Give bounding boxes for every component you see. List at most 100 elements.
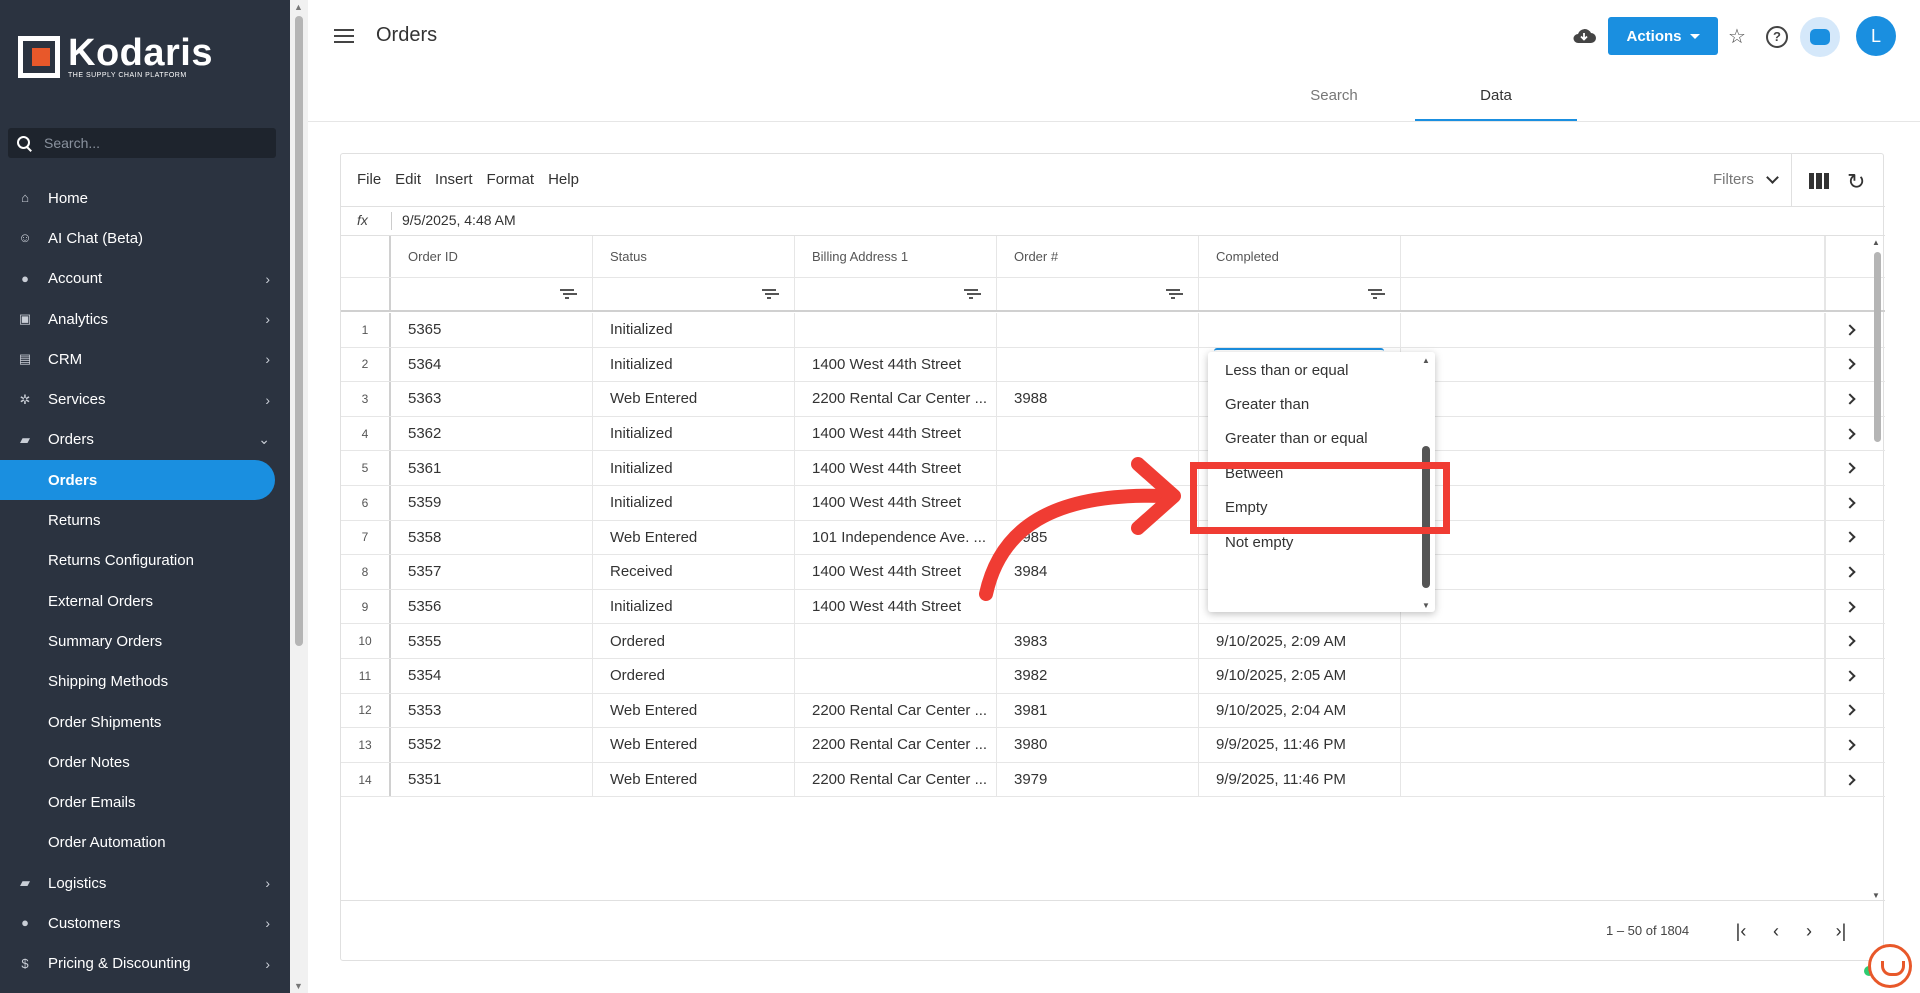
help-icon[interactable]: ? [1766, 26, 1788, 48]
next-page-icon[interactable]: › [1799, 920, 1819, 942]
sidebar-item-services[interactable]: ✲ Services › [0, 379, 290, 419]
table-cell[interactable]: 3981 [997, 693, 1199, 728]
sidebar-subitem-returns[interactable]: Returns [0, 500, 290, 540]
table-cell[interactable] [795, 624, 997, 658]
table-cell[interactable]: 2200 Rental Car Center ... [795, 728, 997, 762]
sidebar-search-input[interactable] [44, 135, 264, 151]
user-avatar[interactable]: L [1856, 16, 1896, 56]
sidebar-subitem-shipping-methods[interactable]: Shipping Methods [0, 662, 290, 702]
actions-button[interactable]: Actions [1608, 17, 1718, 55]
sidebar-item-account[interactable]: ● Account › [0, 259, 290, 299]
sidebar-item-orders[interactable]: ▰ Orders ⌄ [0, 420, 290, 460]
table-row[interactable]: 1 5365 Initialized [341, 313, 1885, 348]
filter-icon[interactable] [964, 289, 978, 299]
menu-file[interactable]: File [357, 171, 381, 188]
table-row[interactable]: 12 5353 Web Entered 2200 Rental Car Center … [341, 693, 1885, 729]
menu-format[interactable]: Format [487, 171, 535, 188]
table-cell[interactable]: 5357 [391, 555, 593, 589]
row-open-button[interactable] [1825, 347, 1873, 382]
refresh-icon[interactable]: ↻ [1847, 169, 1865, 195]
row-open-button[interactable] [1825, 382, 1873, 416]
filter-option-not-empty[interactable]: Not empty [1225, 534, 1293, 551]
grid-scrollbar[interactable]: ▲ ▼ [1871, 236, 1883, 900]
sidebar-subitem-order-emails[interactable]: Order Emails [0, 782, 290, 822]
table-cell[interactable] [997, 347, 1199, 382]
formula-input[interactable]: 9/5/2025, 4:48 AM [402, 212, 516, 228]
support-chat-icon[interactable] [1868, 944, 1912, 988]
table-cell[interactable]: Web Entered [593, 693, 795, 728]
table-cell[interactable] [795, 313, 997, 347]
tab-search[interactable]: Search [1253, 78, 1415, 121]
sidebar-item-customers[interactable]: ● Customers › [0, 903, 290, 943]
row-open-button[interactable] [1825, 486, 1873, 520]
filters-dropdown[interactable]: Filters [1713, 170, 1779, 188]
table-cell[interactable]: 3983 [997, 624, 1199, 658]
table-cell[interactable]: Web Entered [593, 762, 795, 797]
sidebar-item-crm[interactable]: ▤ CRM › [0, 339, 290, 379]
tab-data[interactable]: Data [1415, 78, 1577, 121]
filter-icon[interactable] [762, 289, 776, 299]
table-cell[interactable]: Initialized [593, 589, 795, 624]
row-open-button[interactable] [1825, 416, 1873, 451]
table-cell[interactable]: Ordered [593, 659, 795, 693]
table-cell[interactable]: 3988 [997, 382, 1199, 416]
table-cell[interactable]: 9/9/2025, 11:46 PM [1199, 728, 1401, 762]
row-open-button[interactable] [1825, 728, 1873, 762]
grid-scroll-down-icon[interactable]: ▼ [1872, 891, 1880, 900]
column-header[interactable]: Order # [997, 236, 1199, 277]
table-cell[interactable]: 5359 [391, 486, 593, 520]
table-cell[interactable] [997, 313, 1199, 347]
sidebar-item-logistics[interactable]: ▰ Logistics › [0, 863, 290, 903]
table-cell[interactable]: 5362 [391, 416, 593, 451]
table-cell[interactable]: 5351 [391, 762, 593, 797]
row-open-button[interactable] [1825, 589, 1873, 624]
row-open-button[interactable] [1825, 555, 1873, 589]
columns-icon[interactable] [1809, 173, 1829, 189]
dropdown-scroll-up-icon[interactable]: ▲ [1422, 356, 1430, 365]
table-cell[interactable]: 9/10/2025, 2:04 AM [1199, 693, 1401, 728]
table-cell[interactable]: 3980 [997, 728, 1199, 762]
table-cell[interactable]: 1400 West 44th Street [795, 347, 997, 382]
table-cell[interactable]: 5363 [391, 382, 593, 416]
row-open-button[interactable] [1825, 693, 1873, 728]
scroll-down-arrow-icon[interactable]: ▼ [294, 981, 303, 991]
sidebar-subitem-order-automation[interactable]: Order Automation [0, 823, 290, 863]
ai-assistant-icon[interactable] [1800, 17, 1840, 57]
filter-icon[interactable] [1166, 289, 1180, 299]
menu-help[interactable]: Help [548, 171, 579, 188]
table-row[interactable]: 14 5351 Web Entered 2200 Rental Car Center … [341, 762, 1885, 798]
sidebar-item-home[interactable]: ⌂ Home [0, 178, 290, 218]
column-header[interactable]: Billing Address 1 [795, 236, 997, 277]
filter-option-greater-than[interactable]: Greater than [1225, 396, 1309, 413]
last-page-icon[interactable]: ›| [1831, 920, 1851, 942]
scroll-up-arrow-icon[interactable]: ▲ [294, 2, 303, 12]
table-row[interactable]: 11 5354 Ordered 3982 9/10/2025, 2:05 AM [341, 659, 1885, 694]
table-cell[interactable]: 5361 [391, 451, 593, 485]
row-open-button[interactable] [1825, 520, 1873, 555]
table-cell[interactable]: 9/10/2025, 2:05 AM [1199, 659, 1401, 693]
grid-scroll-up-icon[interactable]: ▲ [1872, 238, 1880, 247]
row-open-button[interactable] [1825, 313, 1873, 347]
table-cell[interactable]: 5358 [391, 520, 593, 555]
sidebar-subitem-order-shipments[interactable]: Order Shipments [0, 702, 290, 742]
prev-page-icon[interactable]: ‹ [1766, 920, 1786, 942]
table-cell[interactable]: 5355 [391, 624, 593, 658]
row-open-button[interactable] [1825, 451, 1873, 485]
column-header[interactable]: Status [593, 236, 795, 277]
row-open-button[interactable] [1825, 659, 1873, 693]
row-open-button[interactable] [1825, 762, 1873, 797]
grid-scroll-thumb[interactable] [1874, 252, 1881, 442]
sidebar-subitem-order-notes[interactable]: Order Notes [0, 742, 290, 782]
sidebar-subitem-external-orders[interactable]: External Orders [0, 581, 290, 621]
sidebar-item-pricing-discounting[interactable]: $ Pricing & Discounting › [0, 944, 290, 984]
column-header[interactable]: Completed [1199, 236, 1401, 277]
table-cell[interactable]: 5353 [391, 693, 593, 728]
table-cell[interactable]: Initialized [593, 347, 795, 382]
table-cell[interactable]: 5354 [391, 659, 593, 693]
menu-icon[interactable] [334, 29, 354, 43]
first-page-icon[interactable]: |‹ [1731, 920, 1751, 942]
table-cell[interactable]: 9/10/2025, 2:09 AM [1199, 624, 1401, 658]
table-cell[interactable]: 5365 [391, 313, 593, 347]
table-cell[interactable]: Initialized [593, 313, 795, 347]
sidebar-scroll-thumb[interactable] [295, 16, 303, 646]
